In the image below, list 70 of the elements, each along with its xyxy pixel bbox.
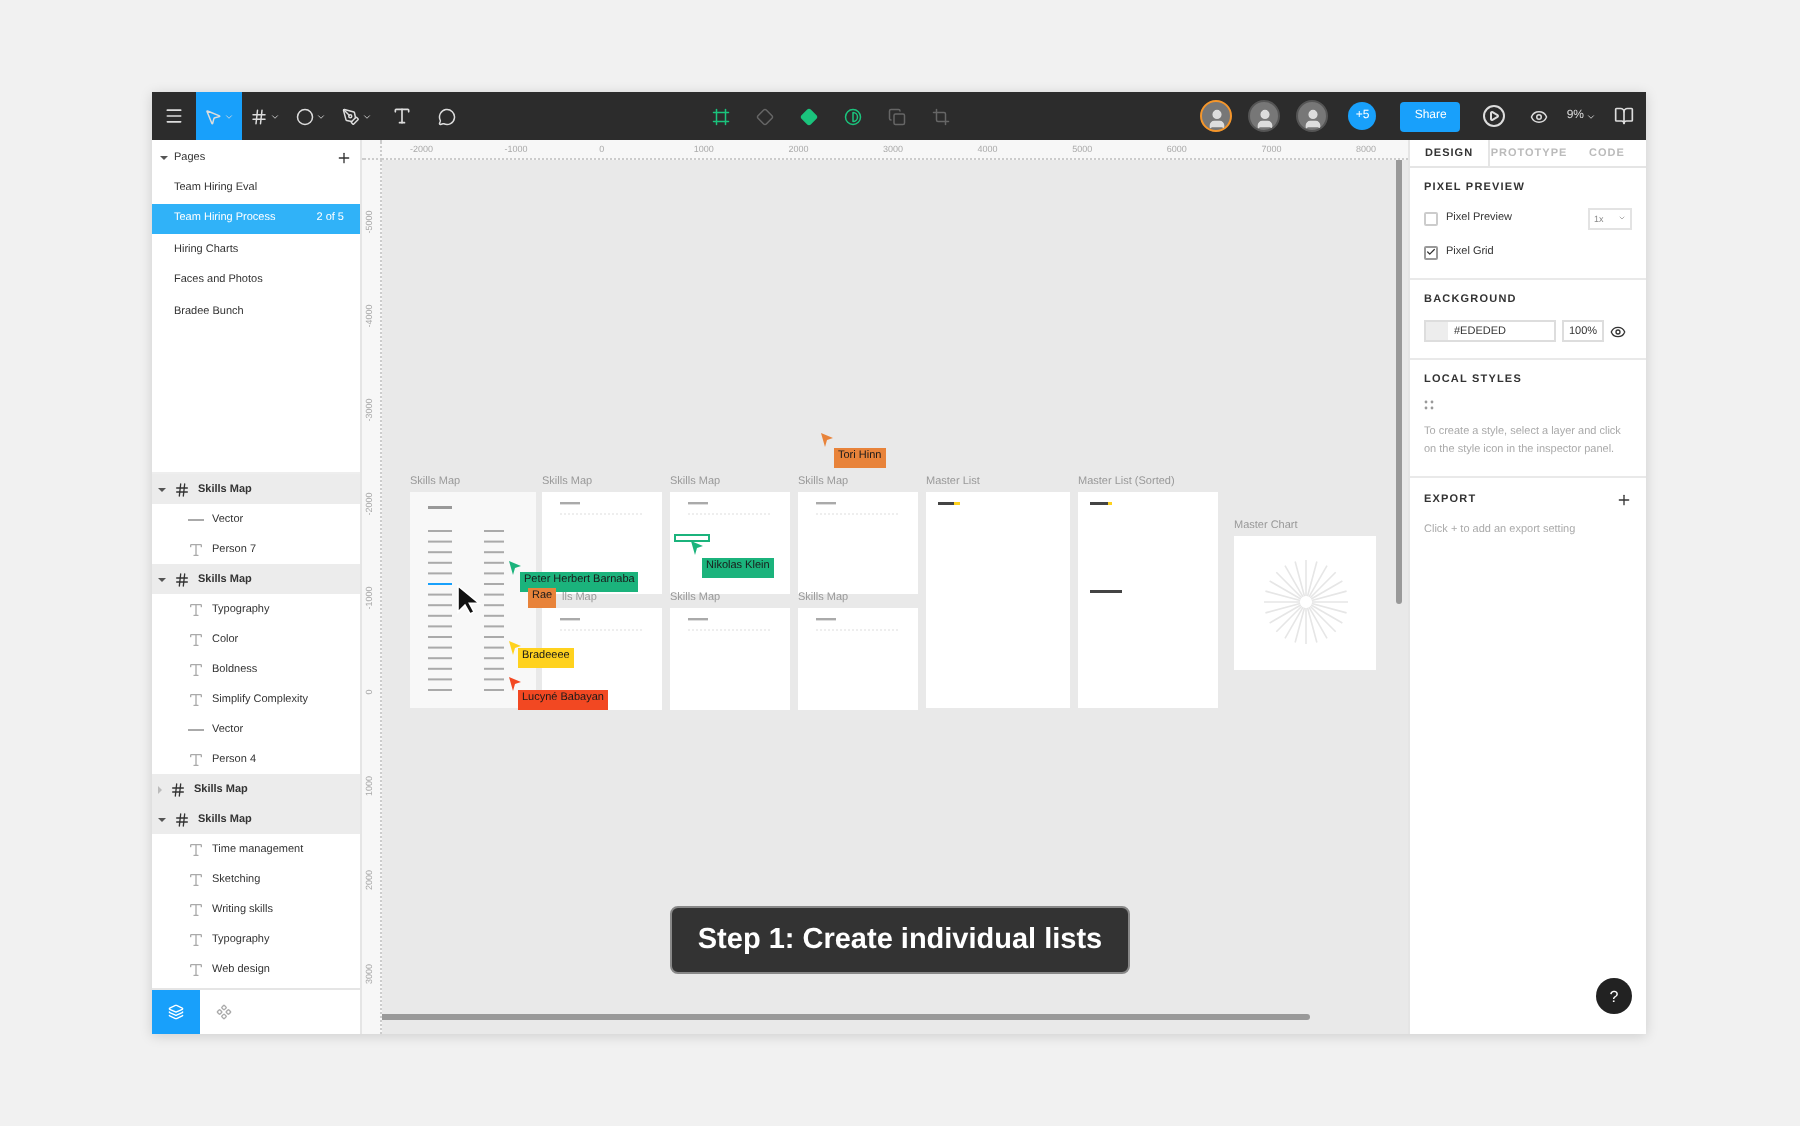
text-line-drawing — [1090, 502, 1122, 594]
components-icon — [216, 1004, 232, 1020]
cursor-icon — [690, 540, 704, 556]
frame-icon — [174, 481, 190, 497]
scrollbar[interactable] — [1396, 160, 1402, 604]
text-icon — [188, 751, 204, 767]
caret-icon — [362, 111, 372, 121]
text-icon — [188, 931, 204, 947]
text-line-drawing — [816, 502, 900, 516]
text-icon — [188, 901, 204, 917]
caret-icon — [1586, 111, 1596, 121]
text-line-drawing — [688, 618, 772, 632]
frame-icon — [174, 811, 190, 827]
text-line-drawing — [688, 502, 772, 516]
step-caption: Step 1: Create individual lists — [670, 906, 1130, 974]
person-icon — [1253, 108, 1276, 130]
person-icon — [1205, 108, 1228, 130]
layers-icon — [168, 1004, 184, 1020]
visibility-icon[interactable] — [1610, 323, 1626, 339]
user-avatar[interactable] — [1296, 100, 1329, 132]
play-icon — [1482, 104, 1507, 128]
text-icon — [188, 871, 204, 887]
text-icon — [188, 691, 204, 707]
text-icon — [188, 601, 204, 617]
add-export-icon[interactable] — [1616, 491, 1632, 508]
menu-icon — [164, 106, 184, 126]
hash-icon — [250, 107, 268, 125]
layers-tab[interactable] — [152, 990, 200, 1034]
checkbox[interactable] — [1424, 211, 1438, 225]
canvas[interactable] — [362, 140, 1408, 1034]
frame-icon — [174, 571, 190, 587]
radial-chart-drawing — [1261, 558, 1349, 646]
scrollbar[interactable] — [382, 1014, 1310, 1020]
pen-icon — [342, 107, 360, 125]
cursor-icon — [820, 432, 834, 448]
text-line-drawing — [816, 618, 900, 632]
text-icon — [188, 631, 204, 647]
check-icon — [1426, 246, 1436, 258]
text-icon — [188, 841, 204, 857]
caret-icon[interactable] — [158, 577, 166, 581]
cursor-icon — [508, 560, 522, 576]
caret-icon — [316, 111, 326, 121]
text-line-drawing — [560, 502, 644, 516]
frame-icon — [170, 781, 186, 797]
selection-outline — [674, 534, 710, 542]
eye-icon — [1529, 107, 1548, 125]
caret-icon[interactable] — [158, 817, 166, 821]
style-icon — [1424, 400, 1434, 410]
caret-icon[interactable] — [160, 155, 168, 159]
person-icon — [1301, 108, 1324, 130]
text-icon — [188, 961, 204, 977]
text-icon — [188, 541, 204, 557]
text-icon — [188, 661, 204, 677]
caret-icon — [270, 111, 280, 121]
circle-icon — [296, 107, 314, 125]
caret-icon[interactable] — [158, 487, 166, 491]
text-line-drawing — [560, 618, 644, 632]
text-line-drawing — [938, 502, 960, 506]
cursor-icon — [508, 676, 522, 692]
add-page-icon[interactable] — [336, 149, 352, 165]
text-icon — [392, 106, 412, 126]
comment-icon — [437, 107, 455, 125]
user-avatar[interactable] — [1248, 100, 1281, 132]
book-icon — [1614, 106, 1634, 126]
cursor-icon — [508, 640, 522, 656]
pointer-icon — [204, 107, 222, 125]
caret-icon — [224, 111, 234, 121]
user-avatar[interactable] — [1200, 100, 1233, 132]
checkbox[interactable] — [1424, 245, 1438, 259]
cursor-icon — [456, 584, 482, 616]
